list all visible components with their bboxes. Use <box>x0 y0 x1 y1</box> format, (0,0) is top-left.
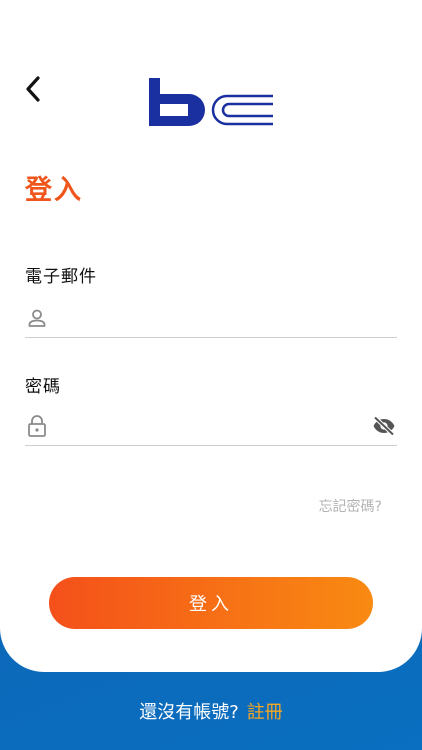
chevron-left-icon <box>26 76 40 102</box>
brand-logo <box>149 78 273 126</box>
login-button[interactable]: 登入 <box>49 577 373 629</box>
page-title: 登入 <box>25 175 83 206</box>
password-input[interactable] <box>59 406 371 445</box>
forgot-password-link[interactable]: 忘記密碼? <box>319 496 382 516</box>
email-field-row <box>25 298 397 338</box>
password-label: 密碼 <box>25 377 61 397</box>
email-label: 電子郵件 <box>25 267 97 287</box>
email-input[interactable] <box>59 298 397 337</box>
toggle-password-visibility-button[interactable] <box>371 414 397 438</box>
back-button[interactable] <box>18 72 48 106</box>
password-field-row <box>25 406 397 446</box>
login-card: 登入 電子郵件 密碼 忘記密碼? 登入 <box>0 0 422 672</box>
lock-icon <box>25 414 49 438</box>
signup-prompt-text: 還沒有帳號? <box>139 702 239 723</box>
person-icon <box>25 306 49 330</box>
signup-prompt: 還沒有帳號? 註冊 <box>0 698 422 724</box>
register-link[interactable]: 註冊 <box>247 702 283 723</box>
eye-off-icon <box>373 415 395 436</box>
